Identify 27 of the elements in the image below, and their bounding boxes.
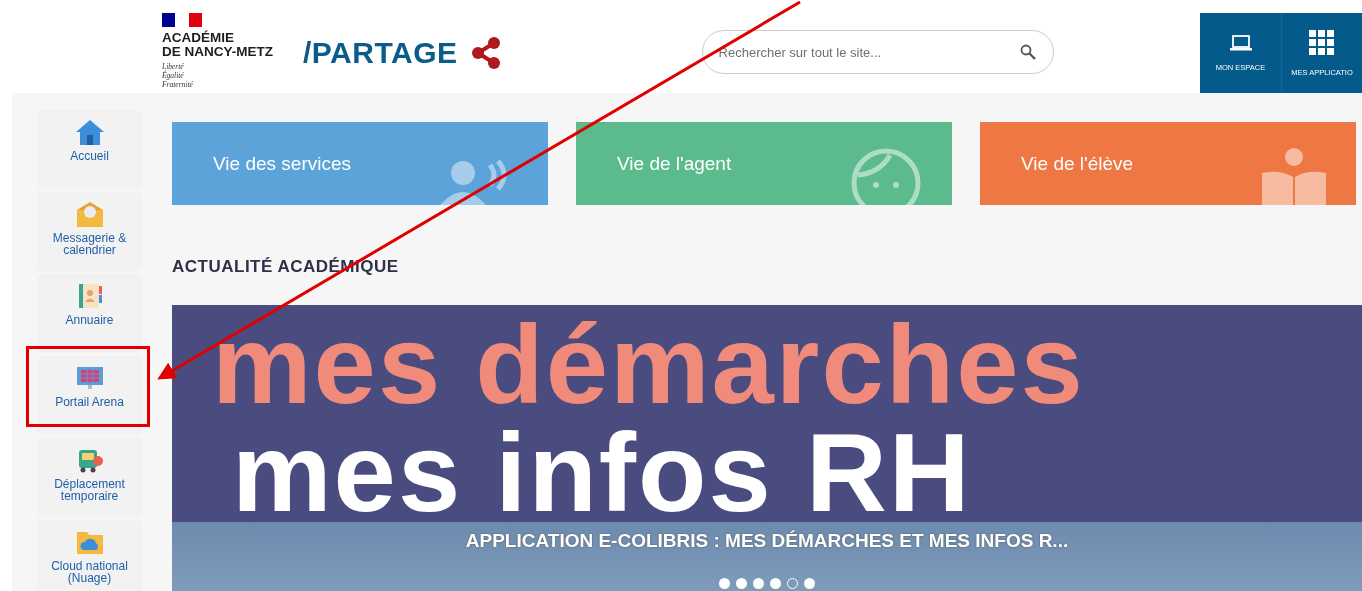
sidebar-item[interactable]: Annuaire — [39, 276, 140, 351]
search-field[interactable]: Rechercher sur tout le site... — [701, 30, 1054, 74]
sidebar-item[interactable]: Portail Arena — [39, 358, 140, 433]
reader-icon — [1262, 147, 1326, 205]
sidebar-item[interactable]: Accueil — [39, 112, 140, 187]
face-icon — [850, 147, 922, 205]
carousel-dot[interactable] — [770, 578, 781, 589]
laptop-icon — [1229, 34, 1252, 51]
sidebar-item[interactable]: Déplacement temporaire — [39, 440, 140, 515]
flag-icon — [162, 13, 202, 27]
academy-name: DE NANCY-METZ — [162, 45, 273, 59]
envelope-icon — [74, 200, 105, 228]
carousel-dot[interactable] — [804, 578, 815, 589]
site-logo: /PARTAGE — [303, 36, 458, 70]
academy-name: ACADÉMIE — [162, 31, 235, 45]
carousel-dot[interactable] — [753, 578, 764, 589]
monitor-icon — [74, 364, 105, 392]
news-caption: APPLICATION E-COLIBRIS : MES DÉMARCHES ET MES INFOS R... — [465, 530, 1069, 552]
carousel-dot[interactable] — [736, 578, 747, 589]
share-icon — [469, 37, 502, 69]
house-icon — [74, 118, 105, 146]
news-banner[interactable]: mes démarches mes infos RH APPLICATION E-COLIBRIS : MES DÉMARCHES ET MES INFOS R... — [172, 305, 1362, 591]
sidebar-item[interactable]: Messagerie & calendrier — [39, 194, 140, 269]
search-icon — [1019, 44, 1036, 60]
carousel-dot[interactable] — [719, 578, 730, 589]
apps-grid-icon — [1309, 29, 1335, 56]
sidebar-item[interactable]: Cloud national (Nuage) — [39, 522, 140, 591]
